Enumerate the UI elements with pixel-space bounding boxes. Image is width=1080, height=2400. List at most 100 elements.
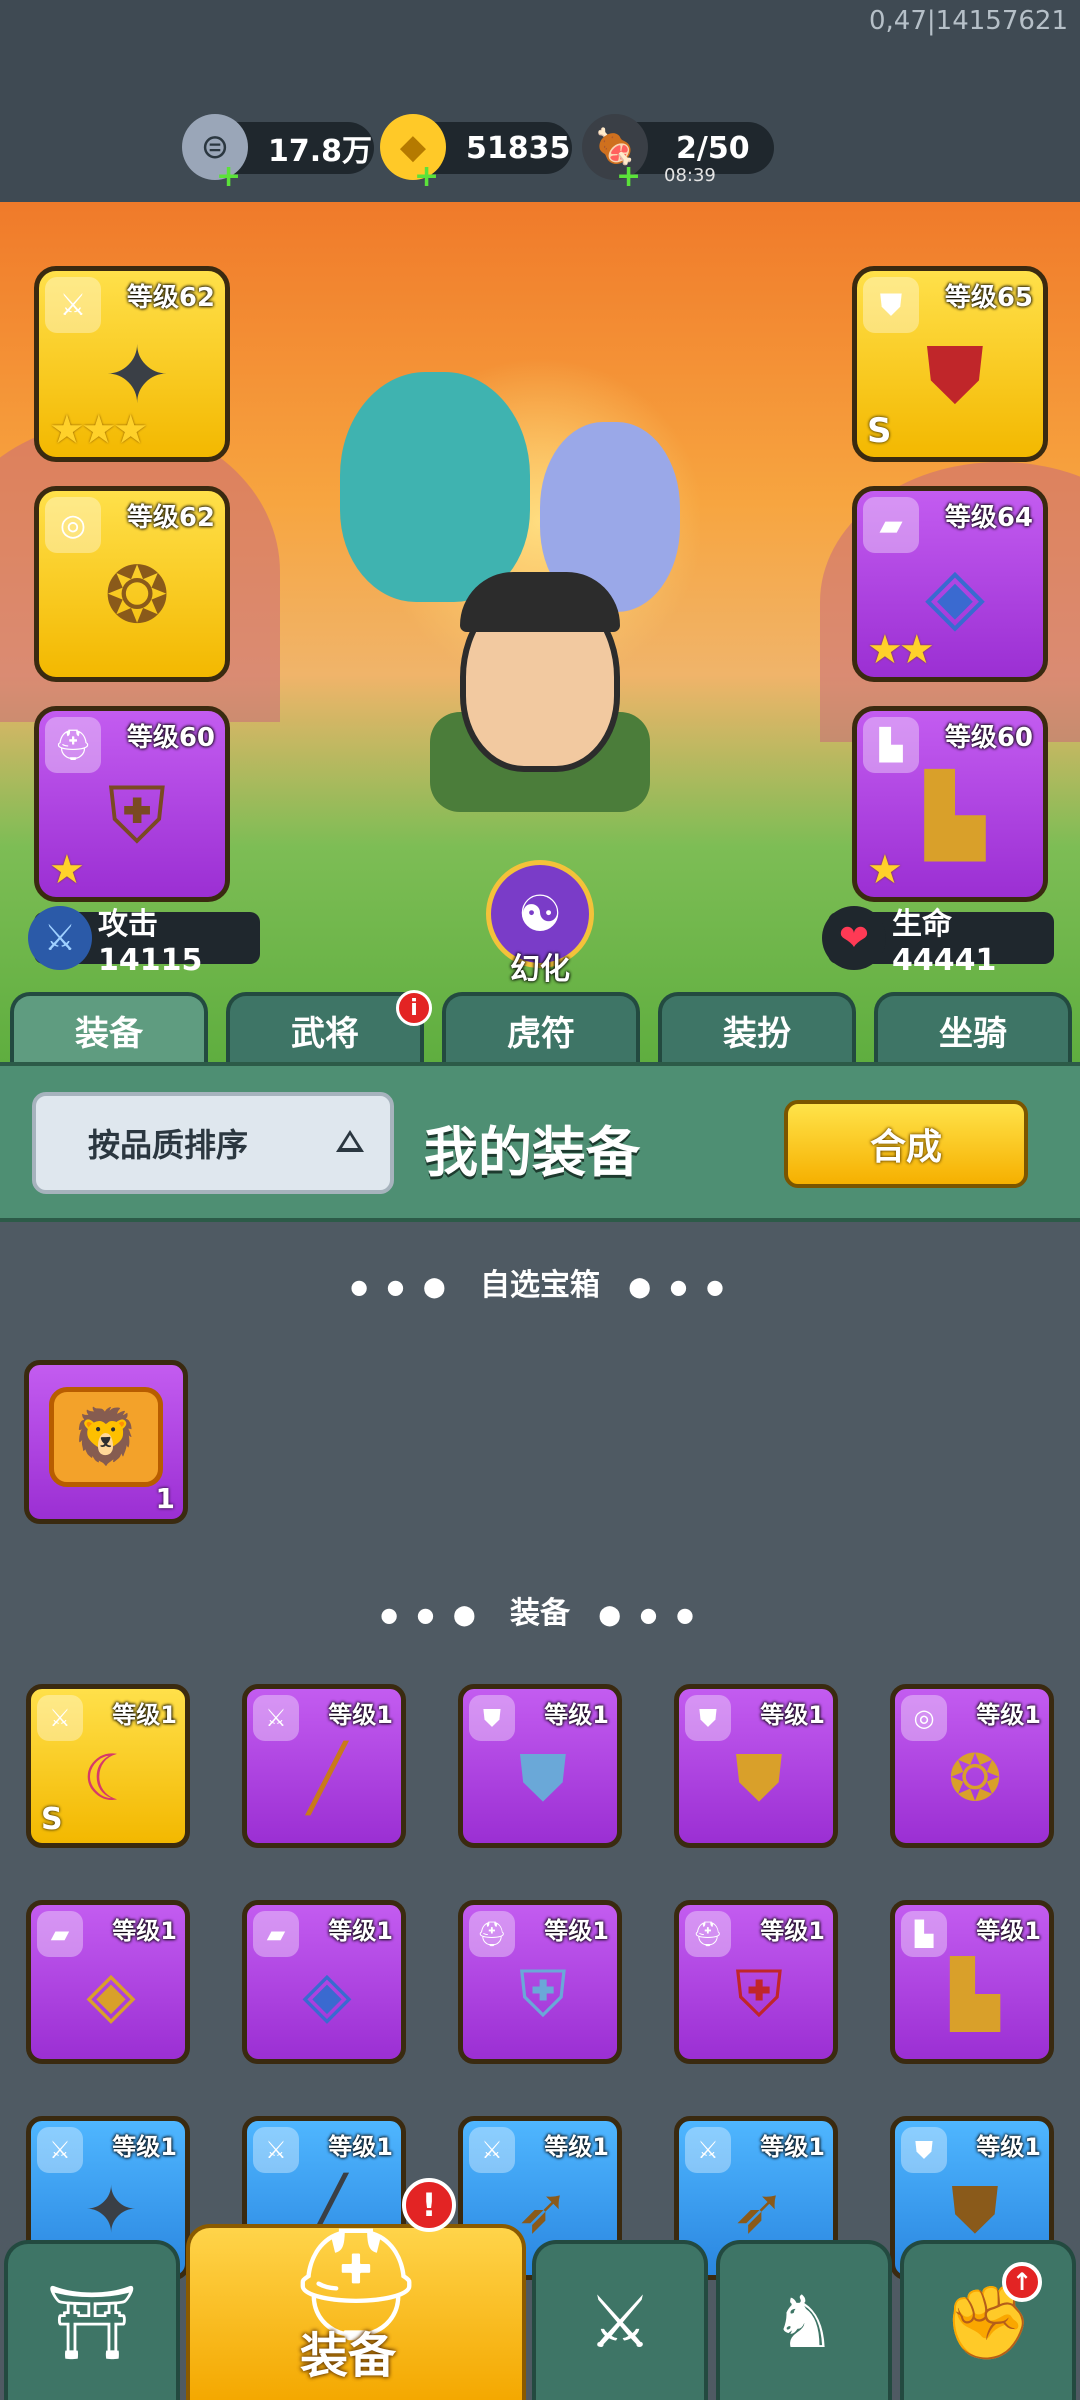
inventory-item[interactable]: ⛊ 等级1 ⛊ (674, 1684, 838, 1848)
triangle-up-icon (336, 1130, 364, 1152)
equipment-level: 等级1 (760, 1917, 825, 1945)
add-silver-icon[interactable]: + (216, 162, 241, 192)
star-rating: ★ (49, 847, 85, 893)
equipment-level: 等级1 (328, 1701, 393, 1729)
treasure-chest-icon: 🦁 (49, 1387, 163, 1487)
hero-character[interactable] (310, 312, 770, 812)
merge-button[interactable]: 合成 (784, 1100, 1028, 1188)
equipment-art-icon: ⛊ (735, 1742, 783, 1816)
hero-slot-amulet[interactable]: ◎ 等级62 ❂ (34, 486, 230, 682)
resource-stamina[interactable]: 🍖 + 2/50 08:39 (582, 114, 774, 192)
equipment-level: 等级65 (944, 283, 1033, 313)
tab-mount[interactable]: 坐骑 (874, 992, 1072, 1064)
inventory-item[interactable]: ▰ 等级1 ◈ (242, 1900, 406, 2064)
crossed-swords-icon: ⚔ (587, 2280, 653, 2364)
horn-icon: ♞ (771, 2280, 837, 2364)
inventory-item[interactable]: ⛑ 等级1 ⛨ (458, 1900, 622, 2064)
hp-value: 生命 44441 (892, 906, 997, 978)
grade-label: S (867, 411, 892, 451)
equipment-art-icon: ▙ (950, 1958, 1000, 2032)
equipment-level: 等级1 (544, 1701, 609, 1729)
equipment-level: 等级1 (112, 1917, 177, 1945)
inventory-item[interactable]: ▙ 等级1 ▙ (890, 1900, 1054, 2064)
inventory-item[interactable]: ⚔ 等级1 ╱ (242, 1684, 406, 1848)
bottom-nav: ⛩ ⛑ ⚔ ♞ ✊ (0, 2220, 1080, 2400)
hero-slot-boots[interactable]: ▙ 等级60 ▙ ★ (852, 706, 1048, 902)
equipment-art-icon: ◈ (302, 1958, 352, 2032)
add-stamina-icon[interactable]: + (616, 162, 641, 192)
top-bar: 0,47|14157621 ⊜ + 17.8万 ◆ + 51835 🍖 + 2/… (0, 0, 1080, 202)
star-rating: ★ (867, 847, 903, 893)
equipment-art-icon: ⛨ (519, 1958, 567, 2032)
stamina-timer: 08:39 (664, 165, 716, 186)
sort-label: 按品质排序 (88, 1126, 249, 1164)
attack-stat: ⚔ 攻击 14115 (28, 906, 260, 978)
chest-count: 1 (155, 1482, 175, 1515)
equipment-level: 等级62 (126, 283, 215, 313)
equipment-level: 等级62 (126, 503, 215, 533)
equipment-art-icon: ❂ (948, 1742, 1002, 1816)
section-equipment-header: ● ● ⬤ 装备 ⬤ ● ● (380, 1596, 700, 1631)
hero-slot-weapon[interactable]: ⚔ 等级62 ✦ ★★★ (34, 266, 230, 462)
nav-equipment-label: 装备 (300, 2328, 397, 2384)
equipment-level: 等级1 (976, 2133, 1041, 2161)
inventory-item[interactable]: ◎ 等级1 ❂ (890, 1684, 1054, 1848)
equipment-level: 等级1 (328, 1917, 393, 1945)
hero-slot-bracer[interactable]: ▰ 等级64 ◈ ★★ (852, 486, 1048, 682)
inventory-item[interactable]: ⛑ 等级1 ⛨ (674, 1900, 838, 2064)
equipment-level: 等级60 (944, 723, 1033, 753)
resource-silver[interactable]: ⊜ + 17.8万 (182, 114, 374, 192)
nav-battle[interactable]: ⚔ (532, 2240, 708, 2400)
transform-spirit-icon: ☯ (517, 885, 563, 943)
attack-value: 攻击 14115 (98, 906, 203, 978)
inventory-item[interactable]: ⚔ 等级1 ☾ S (26, 1684, 190, 1848)
page-title: 我的装备 (424, 1121, 640, 1184)
hp-stat: ❤ 生命 44441 (822, 906, 1054, 978)
heart-icon: ❤ (822, 906, 886, 970)
equipment-art-icon: ▙ (925, 771, 985, 861)
hero-slot-armor[interactable]: ⛊ 等级65 ⛊ S (852, 266, 1048, 462)
stamina-value: 2/50 (676, 130, 750, 166)
tab-tiger-tally[interactable]: 虎符 (442, 992, 640, 1064)
gold-value: 51835 (466, 130, 571, 166)
add-gold-icon[interactable]: + (414, 162, 439, 192)
equipment-art-icon: ◈ (86, 1958, 136, 2032)
nav-upgrade[interactable]: ✊ (900, 2240, 1076, 2400)
inventory-item[interactable]: ⛊ 等级1 ⛊ (458, 1684, 622, 1848)
upgrade-alert-badge: ↑ (1002, 2262, 1042, 2302)
equipment-level: 等级1 (976, 1701, 1041, 1729)
equipment-level: 等级1 (544, 2133, 609, 2161)
tab-costume[interactable]: 装扮 (658, 992, 856, 1064)
silver-value: 17.8万 (268, 134, 373, 169)
grade-label: S (41, 1802, 63, 1837)
equipment-art-icon: ⛨ (735, 1958, 783, 2032)
equipment-art-icon: ⛊ (925, 330, 985, 421)
equipment-art-icon: ❂ (104, 551, 170, 641)
sword-icon: ⚔ (28, 906, 92, 970)
nav-city[interactable]: ⛩ (4, 2240, 180, 2400)
equipment-art-icon: ⛊ (519, 1742, 567, 1816)
tab-equipment[interactable]: 装备 (10, 992, 208, 1064)
hero-slot-helmet[interactable]: ⛑ 等级60 ⛨ ★ (34, 706, 230, 902)
equipment-panel-header: 按品质排序 我的装备 合成 (0, 1062, 1080, 1222)
equipment-level: 等级1 (112, 2133, 177, 2161)
equipment-level: 等级1 (760, 2133, 825, 2161)
nav-rank[interactable]: ♞ (716, 2240, 892, 2400)
sort-dropdown[interactable]: 按品质排序 (32, 1092, 394, 1194)
equipment-level: 等级1 (328, 2133, 393, 2161)
tab-generals[interactable]: 武将 i (226, 990, 432, 1064)
equipment-art-icon: ⛨ (107, 770, 167, 861)
category-tabs: 装备 武将 i 虎符 装扮 坐骑 (0, 990, 1080, 1064)
city-gate-icon: ⛩ (46, 2279, 138, 2364)
star-rating: ★★★ (49, 407, 149, 453)
spirit-guardian (340, 372, 530, 602)
selectable-chest-item[interactable]: 🦁 1 (24, 1360, 188, 1524)
section-chest-header: ● ● ⬤ 自选宝箱 ⬤ ● ● (350, 1268, 730, 1303)
equipment-level: 等级1 (544, 1917, 609, 1945)
equipment-level: 等级1 (112, 1701, 177, 1729)
info-badge: i (396, 990, 432, 1026)
inventory-item[interactable]: ▰ 等级1 ◈ (26, 1900, 190, 2064)
equipment-art-icon: ☾ (82, 1742, 140, 1816)
star-rating: ★★ (867, 627, 935, 673)
resource-gold[interactable]: ◆ + 51835 (380, 114, 572, 192)
